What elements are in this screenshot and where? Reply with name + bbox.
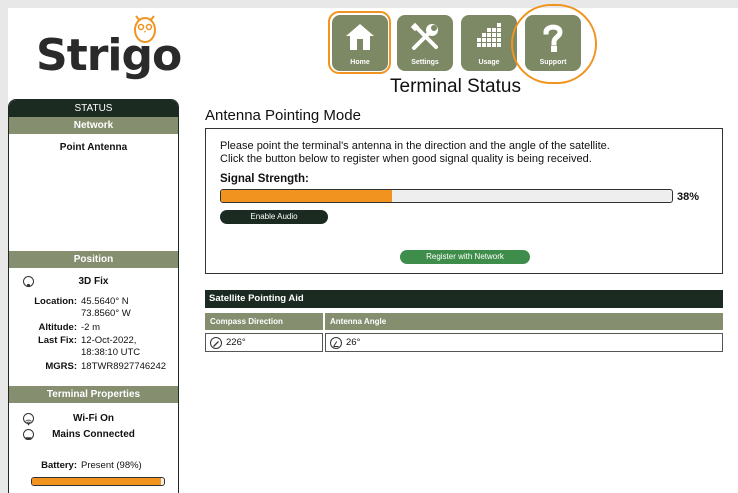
nav-support-button[interactable]: Support <box>525 15 581 71</box>
instruction-line-2: Click the button below to register when … <box>220 153 592 165</box>
compass-direction-cell: 226° <box>205 333 323 352</box>
owl-icon <box>134 15 156 43</box>
nav-usage-label: Usage <box>478 59 500 66</box>
pointing-panel: Please point the terminal's antenna in t… <box>205 128 723 274</box>
position-section: 3D Fix Location: 45.5640° N 73.8560° W A… <box>9 268 178 386</box>
battery-label: Battery: <box>41 460 77 471</box>
nav-home-label: Home <box>350 59 370 66</box>
altitude-row: Altitude: -2 m <box>9 322 178 334</box>
wifi-icon <box>23 413 34 426</box>
signal-strength-fill <box>221 190 393 202</box>
location-row: Location: 45.5640° N 73.8560° W <box>9 296 178 320</box>
register-network-button[interactable]: Register with Network <box>400 250 530 264</box>
status-header: STATUS <box>9 100 178 117</box>
battery-bar-fill <box>32 478 162 485</box>
signal-strength-percent: 38% <box>677 191 700 203</box>
gps-fix-icon <box>23 276 34 288</box>
network-section: Point Antenna <box>9 134 178 251</box>
nav-support-label: Support <box>539 59 567 66</box>
altitude-label: Altitude: <box>38 322 77 333</box>
battery-row: Battery: Present (98%) <box>9 460 178 472</box>
power-plug-icon <box>23 429 34 440</box>
last-fix-row: Last Fix: 12-Oct-2022, 18:38:10 UTC <box>9 335 178 359</box>
signal-strength-bar <box>220 189 673 203</box>
strigo-logo: Strigo <box>36 12 182 84</box>
antenna-angle-value: 26° <box>346 337 361 348</box>
instruction-line-1: Please point the terminal's antenna in t… <box>220 140 610 152</box>
enable-audio-button[interactable]: Enable Audio <box>220 210 328 224</box>
tools-icon <box>410 22 438 50</box>
network-section-title: Network <box>9 117 178 134</box>
question-icon <box>543 24 563 52</box>
wifi-status: Wi-Fi On <box>72 413 114 424</box>
nav-home-button[interactable]: Home <box>332 15 388 71</box>
network-status: Point Antenna <box>59 142 128 153</box>
last-fix-label: Last Fix: <box>37 335 77 346</box>
nav-settings-button[interactable]: Settings <box>397 15 453 71</box>
nav-settings-label: Settings <box>411 59 439 66</box>
mgrs-row: MGRS: 18TWR8927746242 <box>9 361 178 373</box>
usage-icon <box>477 23 501 47</box>
location-lon: 73.8560° W <box>81 308 131 319</box>
mgrs-label: MGRS: <box>45 361 77 372</box>
altitude-value: -2 m <box>81 322 100 333</box>
antenna-angle-cell: 26° <box>325 333 723 352</box>
antenna-angle-icon <box>330 337 342 349</box>
terminal-section: Wi-Fi On Mains Connected Battery: Presen… <box>9 403 178 493</box>
status-sidebar: STATUS Network Point Antenna Position 3D… <box>8 99 179 493</box>
signal-strength-label: Signal Strength: <box>220 173 309 185</box>
last-fix-time: 18:38:10 UTC <box>81 347 141 358</box>
compass-direction-header: Compass Direction <box>205 313 323 330</box>
gps-fix-status: 3D Fix <box>78 276 109 287</box>
location-label: Location: <box>34 296 77 307</box>
battery-value: Present (98%) <box>81 460 142 471</box>
nav-usage-button[interactable]: Usage <box>461 15 517 71</box>
terminal-section-title: Terminal Properties <box>9 386 178 403</box>
home-icon <box>346 24 374 50</box>
mode-title: Antenna Pointing Mode <box>205 107 361 124</box>
position-section-title: Position <box>9 251 178 268</box>
battery-bar <box>31 477 165 486</box>
instructions: Please point the terminal's antenna in t… <box>220 140 610 166</box>
power-status: Mains Connected <box>52 429 135 440</box>
location-lat: 45.5640° N <box>81 296 129 307</box>
mgrs-value: 18TWR8927746242 <box>81 361 167 372</box>
compass-direction-value: 226° <box>226 337 246 348</box>
page-title: Terminal Status <box>390 76 521 97</box>
compass-icon <box>210 337 222 349</box>
antenna-angle-header: Antenna Angle <box>325 313 723 330</box>
last-fix-date: 12-Oct-2022, <box>81 335 137 346</box>
pointing-aid-header: Satellite Pointing Aid <box>205 290 723 308</box>
